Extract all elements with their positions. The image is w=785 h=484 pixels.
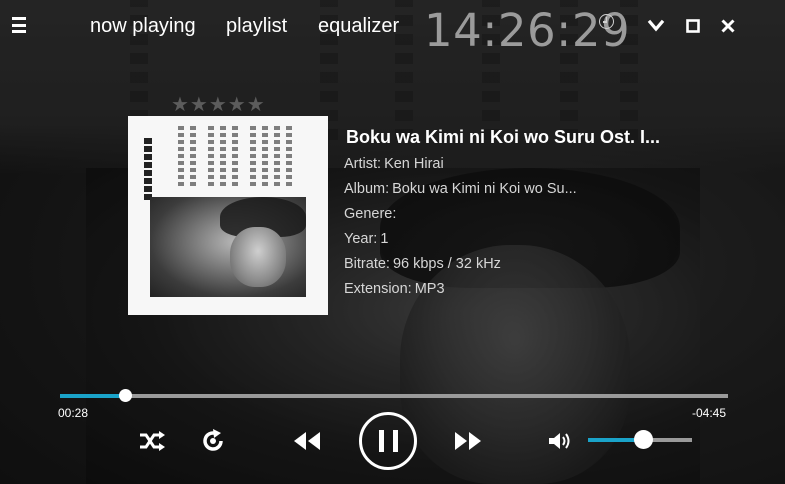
cover-text <box>178 126 184 188</box>
extension-value: MP3 <box>414 281 445 297</box>
seek-bar-fill <box>60 394 125 398</box>
album-cover <box>128 116 328 315</box>
chevron-down-icon[interactable] <box>646 16 666 36</box>
clock-icon[interactable] <box>599 14 614 29</box>
speaker-icon[interactable] <box>547 430 573 452</box>
year-row: Year: 1 <box>344 231 388 247</box>
cover-text <box>190 126 196 188</box>
tab-now-playing[interactable]: now playing <box>90 15 196 38</box>
pause-button[interactable] <box>359 412 417 470</box>
close-icon[interactable] <box>718 16 738 36</box>
repeat-icon[interactable] <box>200 428 226 454</box>
album-label: Album: <box>344 181 390 197</box>
volume-slider-handle[interactable] <box>634 430 654 449</box>
album-value: Boku wa Kimi ni Koi wo Su... <box>392 181 577 197</box>
remaining-time: -04:45 <box>692 406 727 420</box>
elapsed-time: 00:28 <box>58 406 89 420</box>
extension-label: Extension: <box>344 281 412 297</box>
clock-time: 14:26:29 <box>424 4 631 57</box>
rating-stars[interactable]: ★★★★★ <box>171 92 266 117</box>
rewind-icon[interactable] <box>292 430 322 452</box>
artist-row: Artist: Ken Hirai <box>344 156 444 172</box>
bitrate-row: Bitrate: 96 kbps / 32 kHz <box>344 256 501 272</box>
volume-slider[interactable] <box>588 430 692 449</box>
bitrate-label: Bitrate: <box>344 256 390 272</box>
square-icon[interactable] <box>683 16 703 36</box>
cover-text <box>286 126 292 188</box>
year-value: 1 <box>380 231 389 247</box>
artist-label: Artist: <box>344 156 382 172</box>
hamburger-menu-icon[interactable] <box>12 17 26 37</box>
track-title: Boku wa Kimi ni Koi wo Suru Ost. I... <box>346 127 661 147</box>
album-row: Album: Boku wa Kimi ni Koi wo Su... <box>344 181 577 197</box>
shuffle-icon[interactable] <box>138 430 166 452</box>
cover-text <box>262 126 268 188</box>
genre-row: Genere: <box>344 206 399 222</box>
cover-photo <box>150 197 306 297</box>
genre-label: Genere: <box>344 206 397 222</box>
bitrate-value: 96 kbps / 32 kHz <box>392 256 501 272</box>
pause-icon-bar <box>393 430 398 452</box>
cover-text <box>250 126 256 188</box>
pause-icon-bar <box>379 430 384 452</box>
cover-text <box>274 126 280 188</box>
artist-value: Ken Hirai <box>384 156 444 172</box>
cover-text <box>232 126 238 188</box>
seek-bar[interactable] <box>60 389 728 402</box>
cover-title <box>144 138 152 200</box>
cover-text <box>208 126 214 188</box>
tab-equalizer[interactable]: equalizer <box>318 15 399 38</box>
year-label: Year: <box>344 231 378 247</box>
tab-playlist[interactable]: playlist <box>226 15 287 38</box>
seek-bar-handle[interactable] <box>118 389 132 402</box>
fast-forward-icon[interactable] <box>453 430 483 452</box>
cover-text <box>220 126 226 188</box>
extension-row: Extension: MP3 <box>344 281 445 297</box>
